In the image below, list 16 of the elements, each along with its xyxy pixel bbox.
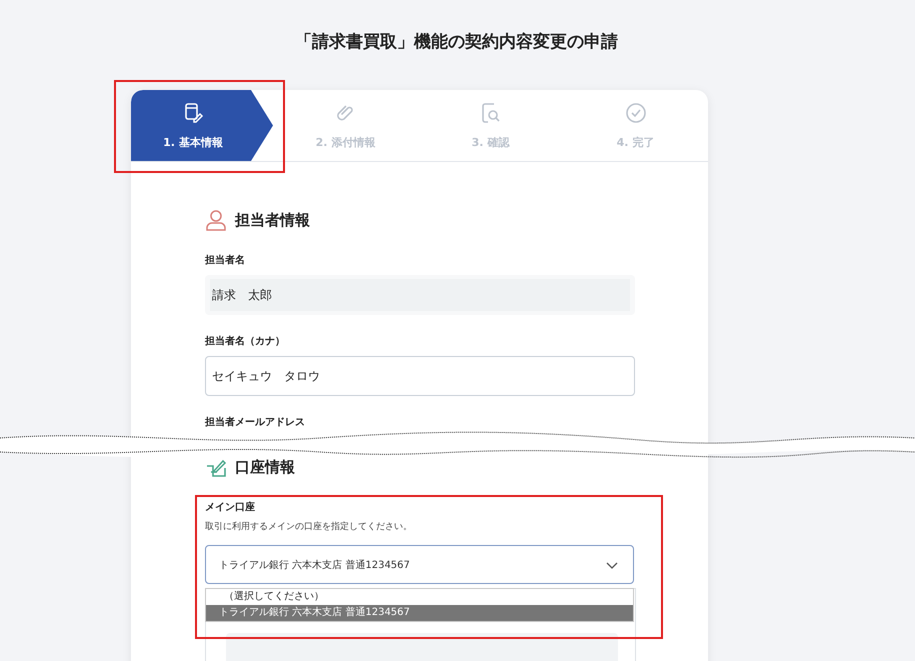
dropdown-option[interactable]: トライアル銀行 六本木支店 普通1234567 [206,605,633,621]
account-select[interactable]: トライアル銀行 六本木支店 普通1234567 [205,545,634,584]
dropdown-option[interactable]: （選択してください） [206,589,633,605]
person-icon [205,209,227,231]
field-label: 担当者名（カナ） [205,334,285,348]
page-title: 「請求書買取」機能の契約内容変更の申請 [294,31,619,54]
help-text: 取引に利用するメインの口座を指定してください。 [205,520,413,533]
readonly-field: 請求 太郎 [205,275,635,315]
section-title: 担当者情報 [235,210,310,230]
check-circle-icon [624,101,648,125]
field-label: メイン口座 [205,500,255,514]
field-label: 担当者名 [205,254,245,267]
field-label: 担当者メールアドレス [205,416,305,429]
section-title: 口座情報 [235,458,295,476]
step-tab[interactable]: 1. 基本情報 [131,90,273,161]
input-field[interactable]: セイキュウ タロウ [205,356,635,396]
